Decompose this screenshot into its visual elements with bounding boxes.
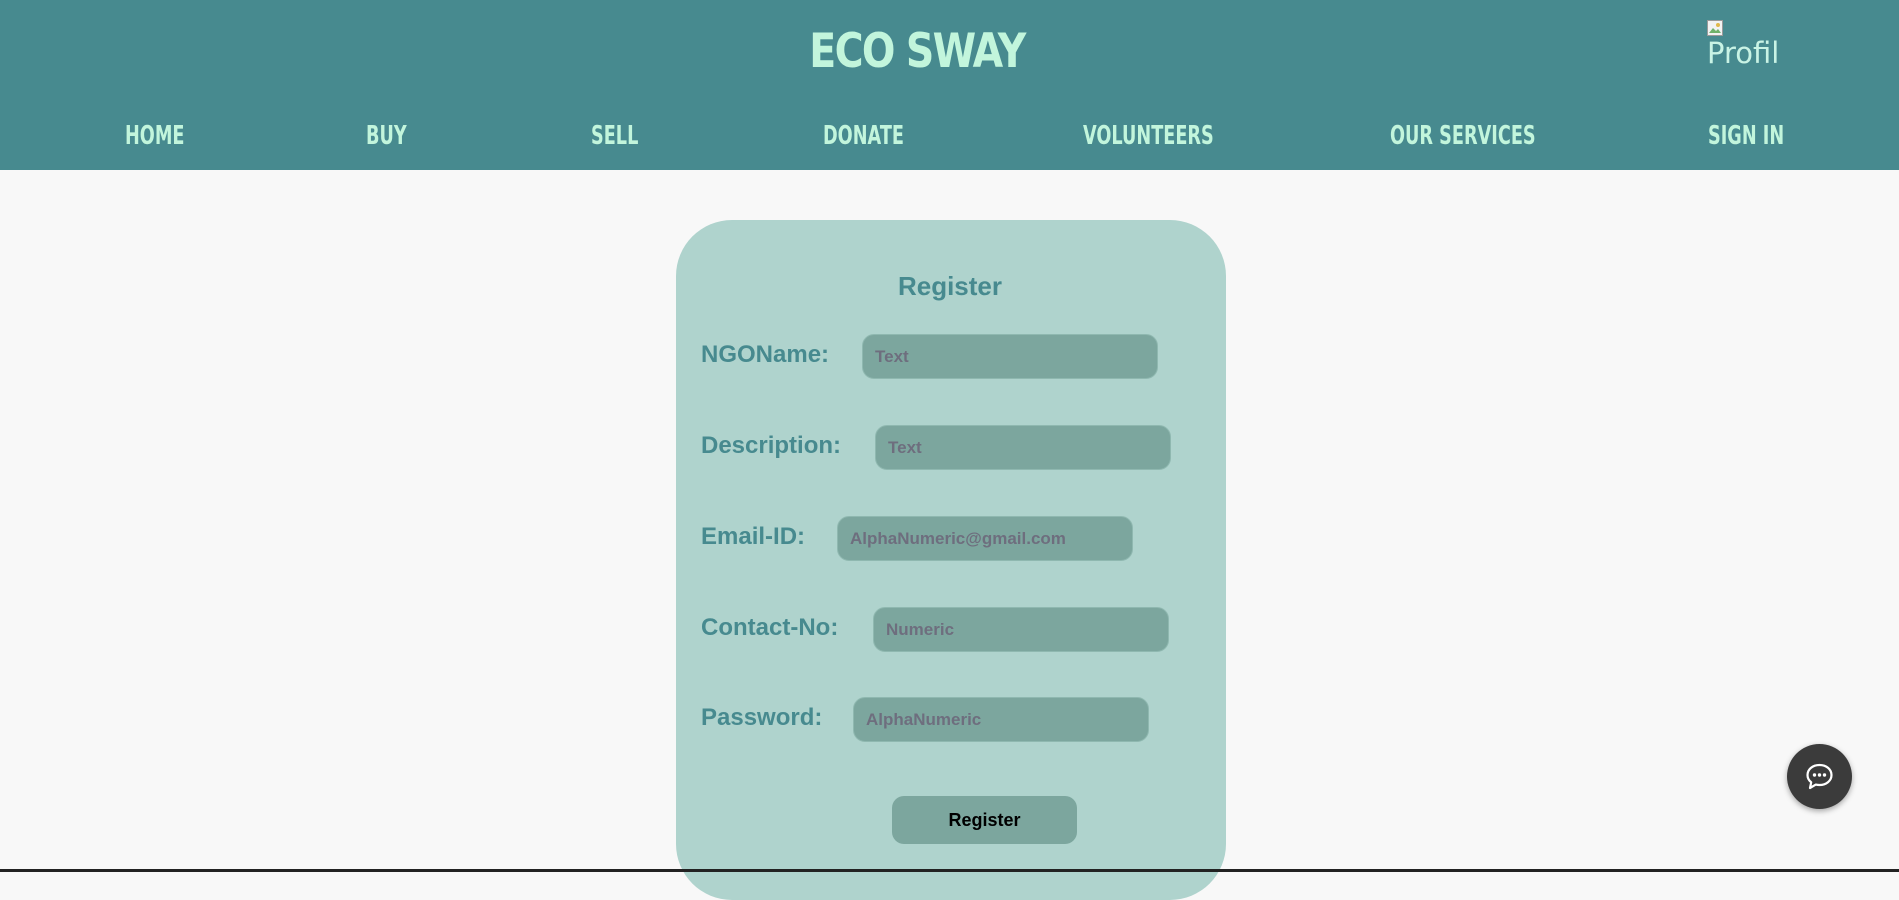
contact-label: Contact-No:: [701, 614, 839, 641]
nav-donate[interactable]: DONATE: [823, 118, 942, 154]
nav-volunteers[interactable]: VOLUNTEERS: [1083, 118, 1275, 154]
nav-buy-label: BUY: [366, 121, 407, 151]
email-label: Email-ID:: [701, 523, 806, 550]
nav-our-services-label: OUR SERVICES: [1390, 121, 1536, 151]
nav-home[interactable]: HOME: [125, 118, 213, 154]
description-input[interactable]: [875, 425, 1171, 470]
password-input[interactable]: [853, 697, 1149, 742]
brand-logo[interactable]: ECO SWAY: [147, 22, 1688, 82]
password-label: Password:: [701, 704, 823, 731]
profile-alt-text: Profile: [1707, 36, 1779, 70]
nav-sign-in[interactable]: SIGN IN: [1708, 118, 1820, 154]
nav-our-services[interactable]: OUR SERVICES: [1390, 118, 1604, 154]
broken-image-icon: [1707, 20, 1723, 36]
nav-sell[interactable]: SELL: [591, 118, 661, 154]
chat-button[interactable]: [1787, 744, 1852, 809]
profile-image[interactable]: Profile: [1707, 20, 1779, 72]
nav-donate-label: DONATE: [823, 121, 904, 151]
nav-sell-label: SELL: [591, 121, 639, 151]
nav-sign-in-label: SIGN IN: [1708, 121, 1785, 151]
form-title: Register: [897, 271, 1003, 301]
ngo-name-input[interactable]: [862, 334, 1158, 379]
nav-buy[interactable]: BUY: [366, 118, 426, 154]
email-input[interactable]: [837, 516, 1133, 561]
register-button[interactable]: Register: [892, 796, 1077, 844]
ngo-name-label: NGOName:: [701, 341, 830, 368]
contact-input[interactable]: [873, 607, 1169, 652]
site-header: ECO SWAY Profile HOME BUY SELL DONATE VO…: [0, 0, 1899, 170]
nav-volunteers-label: VOLUNTEERS: [1083, 121, 1214, 151]
description-label: Description:: [701, 432, 842, 459]
chat-bubble-icon: [1806, 763, 1833, 790]
nav-home-label: HOME: [125, 121, 185, 151]
